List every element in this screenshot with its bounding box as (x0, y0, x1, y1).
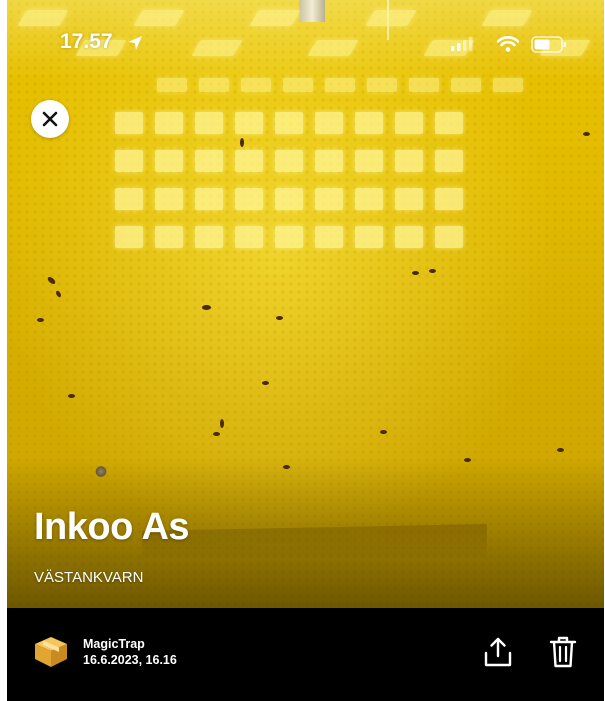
insect (240, 138, 244, 147)
light-reflection (155, 188, 183, 210)
light-reflection (115, 226, 143, 248)
trap-hanger (299, 0, 325, 22)
insect (202, 305, 211, 310)
insect (557, 448, 564, 452)
insect (412, 271, 419, 275)
light-reflection (115, 150, 143, 172)
light-reflection (395, 188, 423, 210)
light-reflection (367, 78, 397, 92)
close-icon (42, 111, 58, 127)
location-arrow-icon (128, 36, 142, 50)
share-button[interactable] (481, 632, 515, 672)
photo-detail-screen: 17.57 Inkoo As VÄSTANKVARN MagicTrap 16.… (0, 0, 605, 701)
light-reflection (195, 226, 223, 248)
status-time: 17.57 (60, 30, 113, 53)
light-reflection (155, 150, 183, 172)
insect (276, 316, 283, 320)
light-reflection (395, 150, 423, 172)
insect (583, 132, 590, 136)
light-reflection (115, 112, 143, 134)
light-reflection (395, 112, 423, 134)
share-upload-icon (484, 637, 512, 667)
light-reflection (435, 188, 463, 210)
light-reflection (315, 112, 343, 134)
light-reflection (235, 188, 263, 210)
location-title: Inkoo As (34, 506, 190, 548)
light-reflection (235, 112, 263, 134)
light-reflection (435, 112, 463, 134)
light-reflection (355, 226, 383, 248)
light-reflection (283, 78, 313, 92)
insect (37, 318, 44, 322)
light-reflection (325, 78, 355, 92)
light-reflection (355, 112, 383, 134)
source-name: MagicTrap (83, 637, 145, 651)
capture-date: 16.6.2023, 16.16 (83, 653, 177, 667)
light-reflection (435, 150, 463, 172)
close-button[interactable] (31, 100, 69, 138)
light-reflection (315, 150, 343, 172)
insect (213, 432, 220, 436)
light-reflection (275, 112, 303, 134)
light-reflection (355, 188, 383, 210)
light-reflection (355, 150, 383, 172)
light-reflection (395, 226, 423, 248)
light-reflection (315, 188, 343, 210)
light-reflection (275, 150, 303, 172)
light-reflection (195, 112, 223, 134)
location-subtitle: VÄSTANKVARN (34, 569, 144, 586)
insect (68, 394, 75, 398)
light-reflection (275, 226, 303, 248)
light-reflection (275, 188, 303, 210)
light-reflection (157, 78, 187, 92)
light-reflection (235, 226, 263, 248)
light-reflection (315, 226, 343, 248)
battery-icon (531, 36, 566, 53)
delete-button[interactable] (546, 632, 580, 672)
info-bar: MagicTrap 16.6.2023, 16.16 (7, 608, 604, 701)
light-reflection (493, 78, 523, 92)
insect (262, 381, 269, 385)
light-reflection (435, 226, 463, 248)
light-reflection (115, 188, 143, 210)
light-reflection (155, 112, 183, 134)
trash-icon (549, 636, 577, 668)
light-reflection (195, 150, 223, 172)
light-reflection (235, 150, 263, 172)
wifi-icon (497, 36, 519, 52)
cellular-signal-icon (451, 37, 473, 51)
light-reflection (451, 78, 481, 92)
insect (380, 430, 387, 434)
light-reflection (199, 78, 229, 92)
light-reflection (241, 78, 271, 92)
light-reflection (409, 78, 439, 92)
package-box-icon (35, 637, 67, 667)
light-reflection (195, 188, 223, 210)
light-reflection (155, 226, 183, 248)
insect (220, 419, 224, 428)
insect (429, 269, 436, 273)
